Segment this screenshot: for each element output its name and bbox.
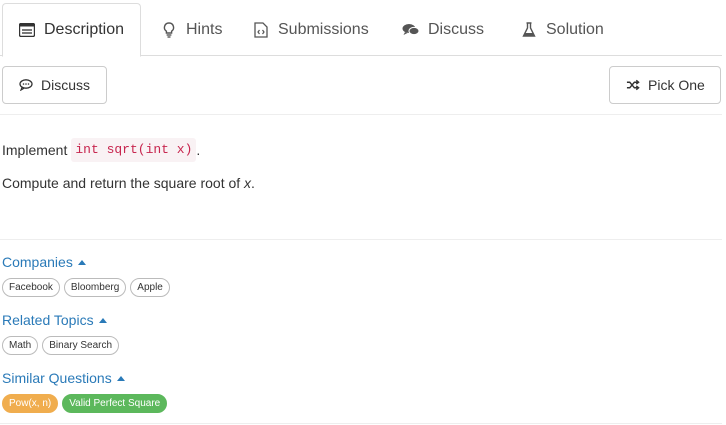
tab-discuss[interactable]: Discuss: [402, 3, 484, 56]
tab-description[interactable]: Description: [2, 3, 142, 57]
similar-question-pow[interactable]: Pow(x, n): [2, 394, 59, 413]
companies-toggle[interactable]: Companies: [2, 254, 86, 270]
topic-tag-binary-search[interactable]: Binary Search: [42, 336, 120, 355]
description-detail-text: Compute and return the square root of: [2, 175, 245, 191]
related-topics-tags: Math Binary Search: [2, 336, 120, 355]
discuss-button[interactable]: Discuss: [2, 66, 107, 104]
caret-up-icon: [116, 375, 125, 381]
companies-tags: Facebook Bloomberg Apple: [2, 278, 170, 297]
function-signature: int sqrt(int x): [71, 138, 197, 162]
company-tag-facebook[interactable]: Facebook: [2, 278, 60, 297]
description-suffix: .: [196, 142, 201, 158]
similar-questions-toggle[interactable]: Similar Questions: [2, 370, 125, 386]
tab-label: Discuss: [428, 20, 485, 38]
tab-label: Description: [44, 21, 125, 38]
description-detail: Compute and return the square root of x.: [2, 173, 255, 193]
similar-questions-title: Similar Questions: [2, 370, 112, 386]
similar-questions-tags: Pow(x, n) Valid Perfect Square: [2, 394, 168, 413]
comments-icon: [402, 21, 420, 39]
divider: [0, 423, 722, 424]
tab-label: Submissions: [278, 20, 369, 38]
shuffle-icon: [626, 78, 640, 92]
related-topics-title: Related Topics: [2, 312, 94, 328]
company-tag-apple[interactable]: Apple: [130, 278, 170, 297]
problem-tabs: Description Hints Submissions Discuss So…: [0, 0, 722, 57]
code-file-icon: [252, 21, 270, 39]
similar-question-valid-perfect-square[interactable]: Valid Perfect Square: [62, 394, 168, 413]
tab-label: Hints: [186, 20, 223, 38]
description-statement: Implement int sqrt(int x) .: [2, 138, 200, 162]
lightbulb-icon: [160, 21, 178, 39]
tab-label: Solution: [546, 20, 604, 38]
caret-up-icon: [77, 259, 86, 265]
tab-hints[interactable]: Hints: [160, 3, 222, 56]
company-tag-bloomberg[interactable]: Bloomberg: [63, 278, 127, 297]
discuss-button-label: Discuss: [41, 77, 91, 93]
description-detail-end: .: [251, 175, 255, 191]
description-icon: [18, 21, 36, 39]
pick-one-button[interactable]: Pick One: [609, 66, 721, 104]
tab-submissions[interactable]: Submissions: [252, 3, 369, 56]
pick-one-button-label: Pick One: [648, 77, 705, 93]
flask-icon: [520, 21, 538, 39]
tab-solution[interactable]: Solution: [520, 3, 604, 56]
companies-title: Companies: [2, 254, 73, 270]
variable-x: x: [244, 175, 252, 191]
related-topics-toggle[interactable]: Related Topics: [2, 312, 107, 328]
caret-up-icon: [98, 317, 107, 323]
description-prefix: Implement: [2, 142, 68, 158]
divider: [0, 114, 722, 115]
divider: [0, 239, 722, 240]
topic-tag-math[interactable]: Math: [2, 336, 39, 355]
comment-icon: [19, 78, 33, 92]
